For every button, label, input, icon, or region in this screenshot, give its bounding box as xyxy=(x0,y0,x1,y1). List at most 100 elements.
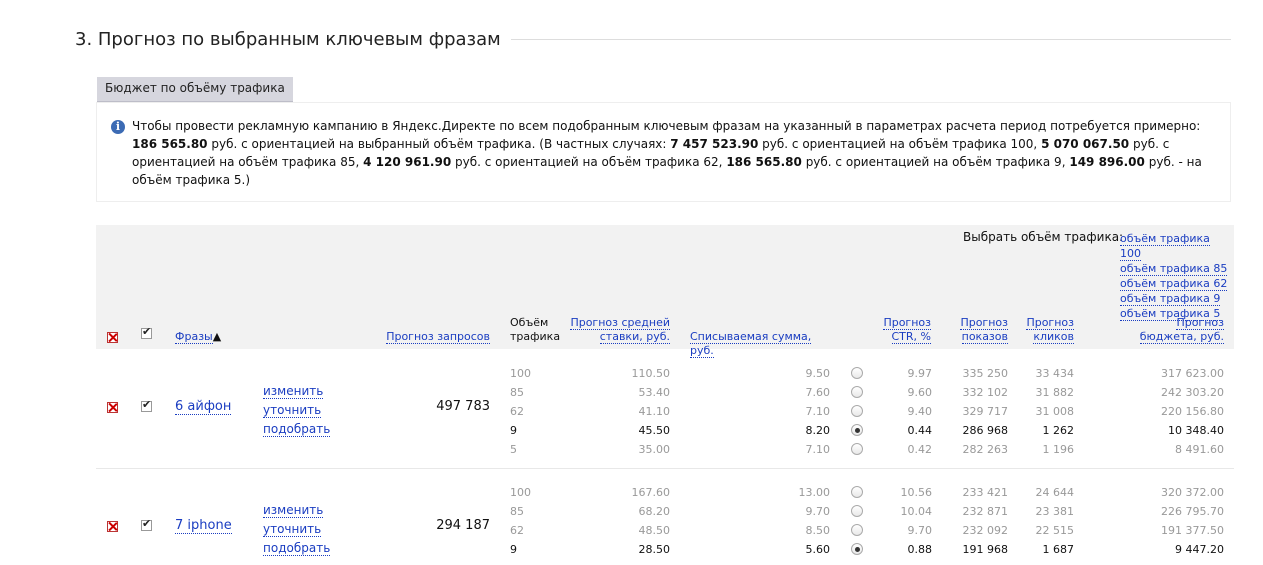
volume-radio[interactable] xyxy=(851,405,863,417)
info-text: Чтобы провести рекламную кампанию в Янде… xyxy=(132,117,1217,189)
section-title-text: 3. Прогноз по выбранным ключевым фразам xyxy=(75,29,501,50)
ctr-cell: 9.70 xyxy=(907,524,933,537)
bid-cell: 45.50 xyxy=(638,424,671,437)
edit-link[interactable]: изменить xyxy=(263,501,330,520)
budget-cell: 8 491.60 xyxy=(1175,443,1224,456)
charge-cell: 5.60 xyxy=(805,543,831,556)
impressions-cell: 232 871 xyxy=(962,505,1009,518)
ctr-cell: 10.04 xyxy=(900,505,933,518)
ctr-cell: 0.42 xyxy=(907,443,933,456)
row-divider xyxy=(96,468,1234,469)
info-icon: i xyxy=(111,120,125,134)
charge-cell: 13.00 xyxy=(798,486,831,499)
col-charge-sort[interactable]: Списываемая сумма, руб. xyxy=(690,330,830,358)
volume-radio[interactable] xyxy=(851,505,863,517)
charge-cell: 7.10 xyxy=(805,443,831,456)
sort-up-icon: ▲ xyxy=(212,330,222,343)
volume-link-62[interactable]: объём трафика 62 xyxy=(1120,276,1234,291)
volume-radio[interactable] xyxy=(851,486,863,498)
bid-cell: 41.10 xyxy=(638,405,671,418)
col-ctr-sort[interactable]: Прогноз CTR, % xyxy=(876,316,931,344)
delete-phrase-icon[interactable] xyxy=(107,521,118,532)
info-line1: Чтобы провести рекламную кампанию в Янде… xyxy=(132,119,1201,133)
phrase-checkbox[interactable] xyxy=(141,398,152,412)
impressions-cell: 332 102 xyxy=(962,386,1009,399)
clicks-cell: 33 434 xyxy=(1035,367,1075,380)
volume-radio[interactable] xyxy=(851,424,863,436)
phrase-checkbox[interactable] xyxy=(141,517,152,531)
budget-cell: 317 623.00 xyxy=(1161,367,1224,380)
refine-link[interactable]: уточнить xyxy=(263,520,330,539)
charge-cell: 8.50 xyxy=(805,524,831,537)
volume-radio[interactable] xyxy=(851,543,863,555)
pick-link[interactable]: подобрать xyxy=(263,539,331,558)
col-clicks-sort[interactable]: Прогноз кликов xyxy=(1018,316,1074,344)
info-case-text: руб. с ориентацией на объём трафика 100, xyxy=(762,137,1038,151)
volume-cell: 5 xyxy=(510,443,517,456)
impressions-cell: 329 717 xyxy=(962,405,1009,418)
col-bid-sort[interactable]: Прогноз средней ставки, руб. xyxy=(570,316,670,344)
charge-cell: 7.60 xyxy=(805,386,831,399)
clicks-cell: 22 515 xyxy=(1035,524,1075,537)
clicks-cell: 1 687 xyxy=(1042,543,1075,556)
info-case-amount: 4 120 961.90 xyxy=(363,155,452,169)
ctr-cell: 9.60 xyxy=(907,386,933,399)
charge-cell: 9.70 xyxy=(805,505,831,518)
volume-radio[interactable] xyxy=(851,443,863,455)
clicks-cell: 23 381 xyxy=(1035,505,1075,518)
volume-cell: 85 xyxy=(510,386,524,399)
volume-cell: 100 xyxy=(510,367,531,380)
volume-link-9[interactable]: объём трафика 9 xyxy=(1120,291,1234,306)
delete-phrase-icon[interactable] xyxy=(107,402,118,413)
phrase-link[interactable]: 6 айфон xyxy=(175,399,232,415)
charge-cell: 8.20 xyxy=(805,424,831,437)
volume-cell: 9 xyxy=(510,543,517,556)
volume-cell: 62 xyxy=(510,405,524,418)
volume-link-85[interactable]: объём трафика 85 xyxy=(1120,261,1234,276)
select-all-checkbox[interactable] xyxy=(141,325,152,339)
tab-budget-by-traffic[interactable]: Бюджет по объёму трафика xyxy=(97,77,293,103)
refine-link[interactable]: уточнить xyxy=(263,401,330,420)
col-volume-header: Объём трафика xyxy=(510,316,561,343)
budget-cell: 242 303.20 xyxy=(1161,386,1224,399)
bid-cell: 35.00 xyxy=(638,443,671,456)
volume-cell: 62 xyxy=(510,524,524,537)
info-main-amount: 186 565.80 xyxy=(132,137,208,151)
phrase-link[interactable]: 7 iphone xyxy=(175,518,232,534)
delete-all-icon[interactable] xyxy=(107,332,118,343)
volume-cell: 9 xyxy=(510,424,517,437)
volume-radio[interactable] xyxy=(851,367,863,379)
budget-cell: 10 348.40 xyxy=(1168,424,1224,437)
pick-link[interactable]: подобрать xyxy=(263,420,331,439)
budget-cell: 220 156.80 xyxy=(1161,405,1224,418)
phrase-actions: изменить уточнить подобрать xyxy=(263,382,331,439)
ctr-cell: 0.88 xyxy=(907,543,933,556)
budget-cell: 9 447.20 xyxy=(1175,543,1224,556)
bid-cell: 110.50 xyxy=(631,367,671,380)
impressions-cell: 233 421 xyxy=(962,486,1009,499)
edit-link[interactable]: изменить xyxy=(263,382,330,401)
col-budget-sort[interactable]: Прогноз бюджета, руб. xyxy=(1136,316,1224,344)
volume-radio[interactable] xyxy=(851,524,863,536)
queries-value: 497 783 xyxy=(436,399,490,414)
col-impressions-sort[interactable]: Прогноз показов xyxy=(952,316,1008,344)
col-queries-sort[interactable]: Прогноз запросов xyxy=(376,330,490,344)
budget-cell: 191 377.50 xyxy=(1161,524,1224,537)
bid-cell: 167.60 xyxy=(631,486,671,499)
info-case-amount: 5 070 067.50 xyxy=(1041,137,1130,151)
ctr-cell: 9.97 xyxy=(907,367,933,380)
impressions-cell: 335 250 xyxy=(962,367,1009,380)
info-case-amount: 149 896.00 xyxy=(1069,155,1145,169)
bid-cell: 28.50 xyxy=(638,543,671,556)
volume-link-100[interactable]: объём трафика 100 xyxy=(1120,231,1234,261)
bid-cell: 68.20 xyxy=(638,505,671,518)
impressions-cell: 191 968 xyxy=(962,543,1009,556)
clicks-cell: 1 196 xyxy=(1042,443,1075,456)
volume-radio[interactable] xyxy=(851,386,863,398)
col-phrases-sort[interactable]: Фразы▲ xyxy=(175,330,221,344)
info-box: i Чтобы провести рекламную кампанию в Ян… xyxy=(96,102,1231,202)
info-case-amount: 7 457 523.90 xyxy=(670,137,759,151)
ctr-cell: 10.56 xyxy=(900,486,933,499)
ctr-cell: 0.44 xyxy=(907,424,933,437)
ctr-cell: 9.40 xyxy=(907,405,933,418)
